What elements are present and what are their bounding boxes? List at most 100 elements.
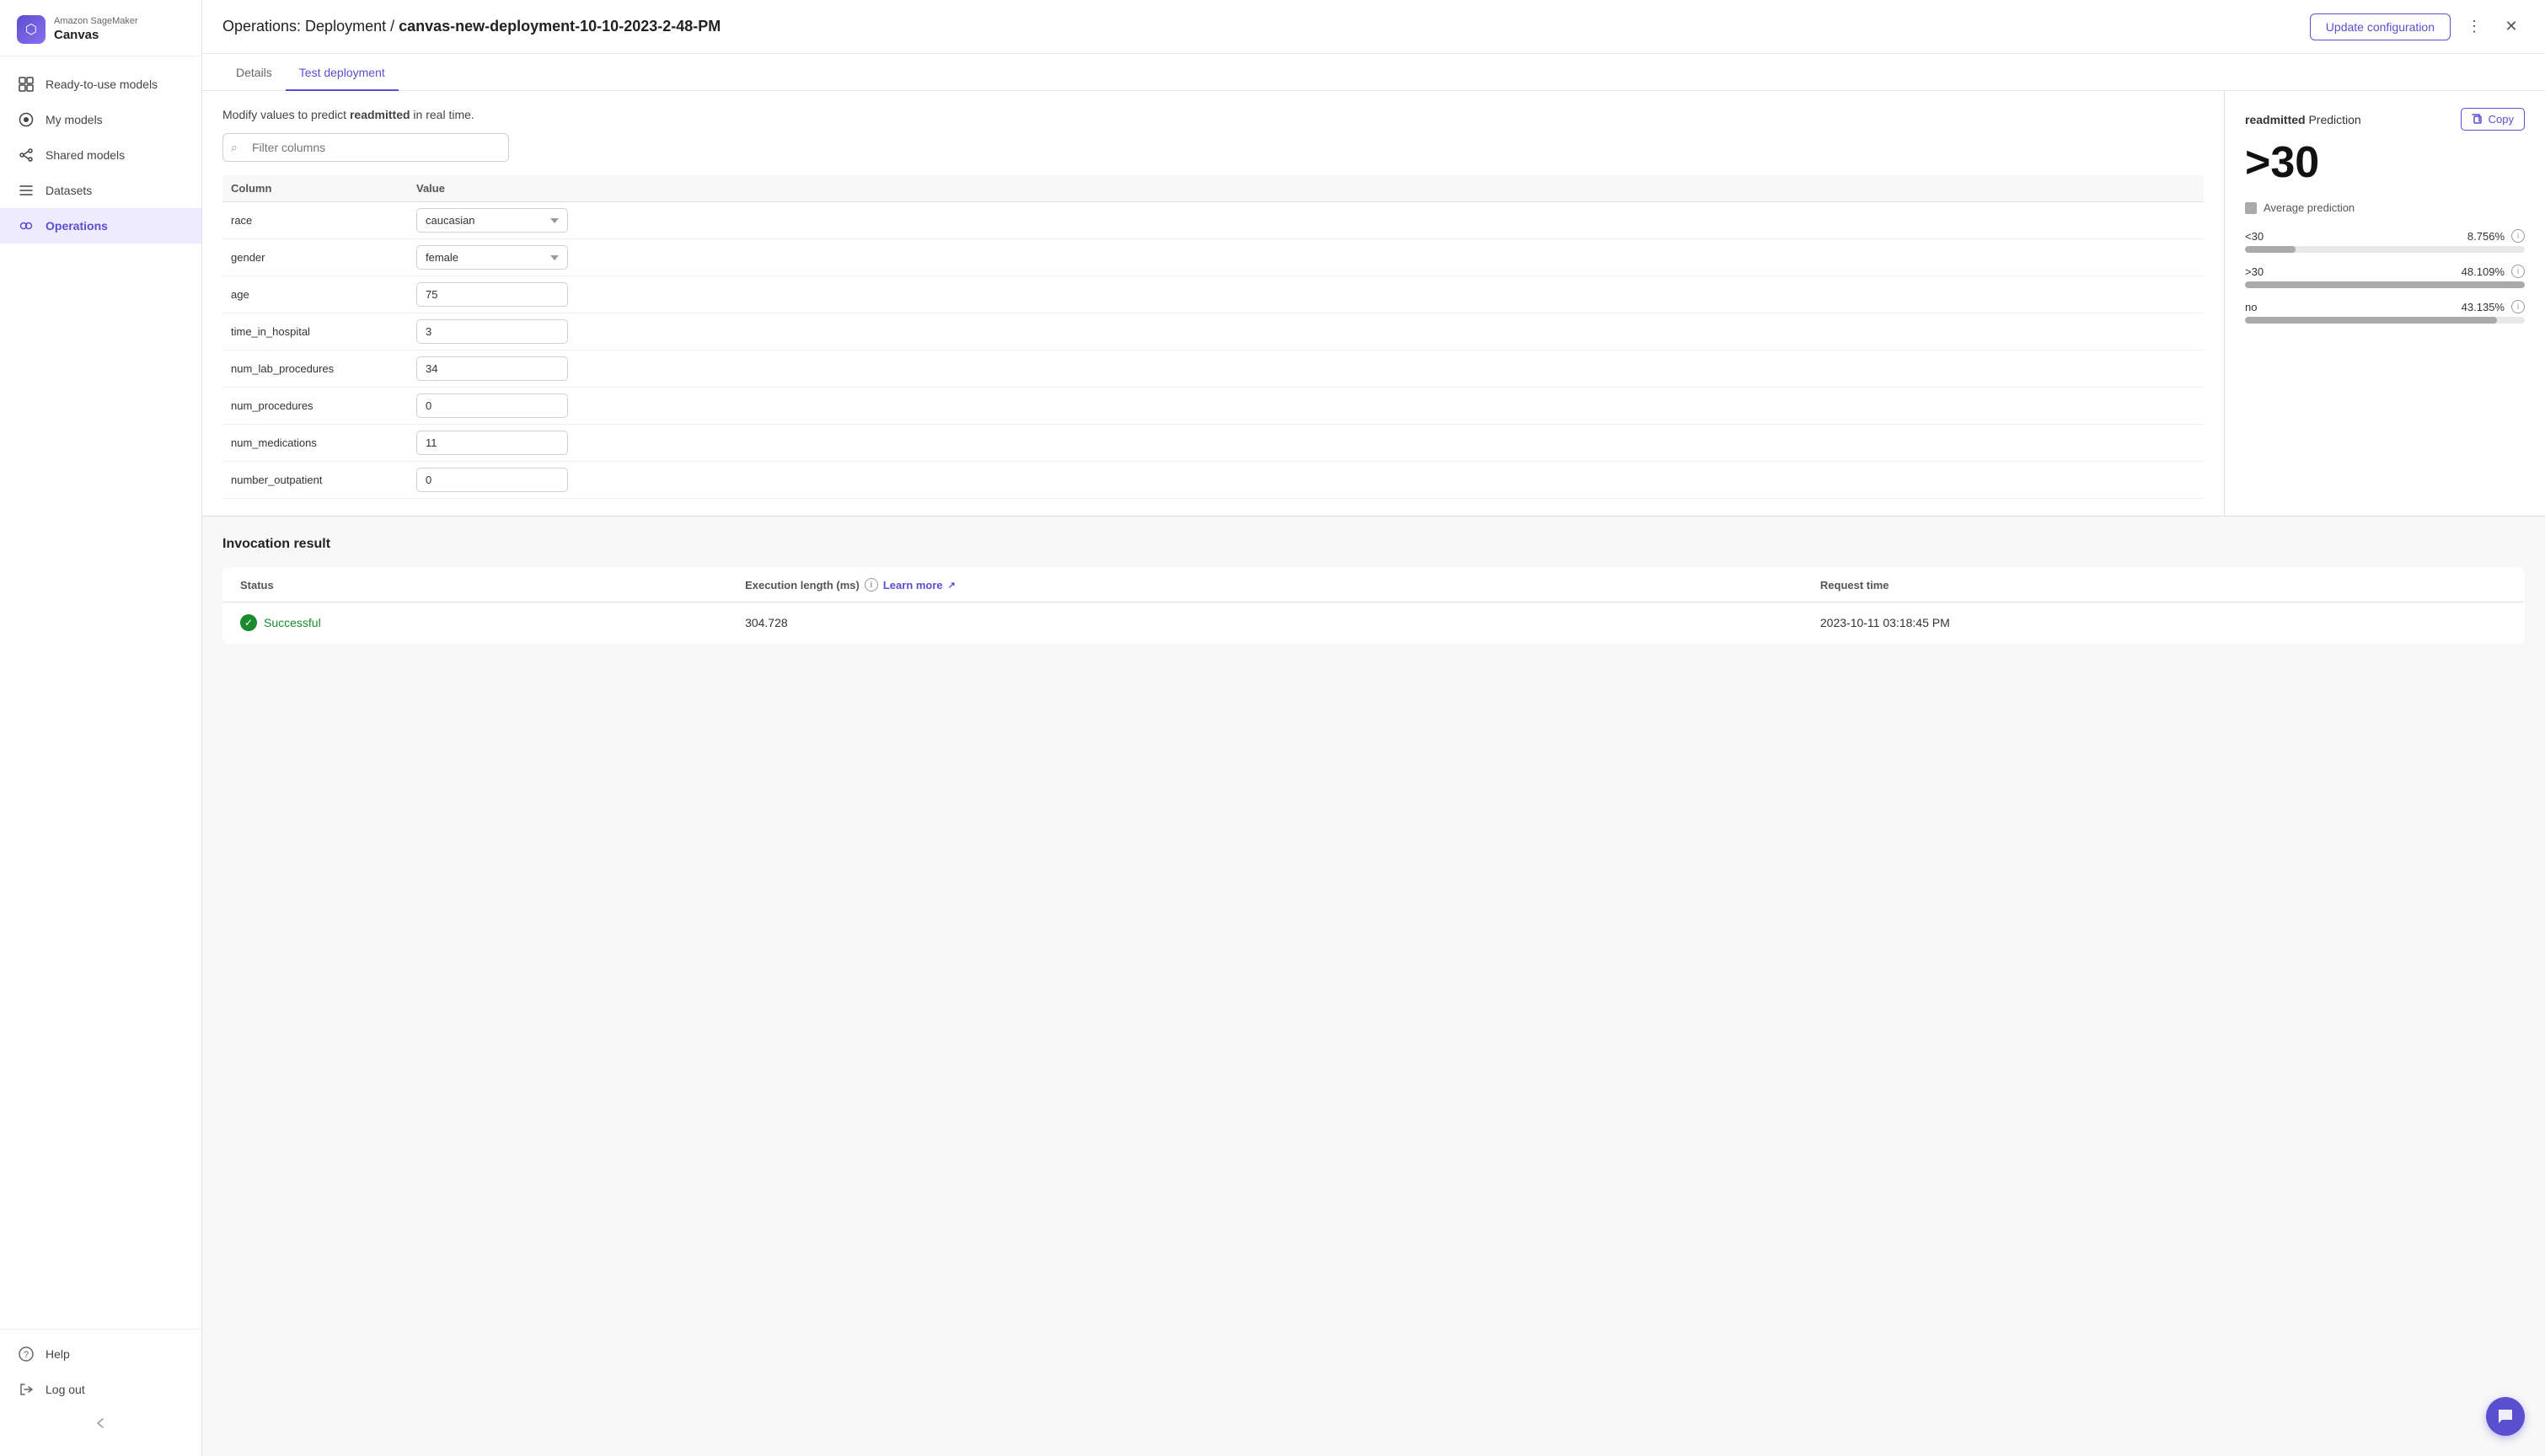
operations-icon xyxy=(17,217,35,235)
datasets-icon xyxy=(17,181,35,200)
bar-pct: 48.109% xyxy=(2462,265,2505,278)
input-number_outpatient[interactable] xyxy=(416,468,568,492)
col-header-column: Column xyxy=(222,175,408,202)
exec-info-icon[interactable]: i xyxy=(865,578,878,592)
col-value-time_in_hospital xyxy=(408,313,2204,351)
sidebar-item-ready-to-use[interactable]: Ready-to-use models xyxy=(0,67,201,102)
page-header: Operations: Deployment / canvas-new-depl… xyxy=(202,0,2545,54)
main-content: Operations: Deployment / canvas-new-depl… xyxy=(202,0,2545,1456)
table-row: gender femalemale xyxy=(222,239,2204,276)
sidebar-item-operations[interactable]: Operations xyxy=(0,208,201,244)
invocation-result: Invocation result Status Execution lengt… xyxy=(202,517,2545,664)
table-row: num_medications xyxy=(222,425,2204,462)
sidebar-item-my-models[interactable]: My models xyxy=(0,102,201,137)
sidebar: ⬡ Amazon SageMaker Canvas Ready-to-use m… xyxy=(0,0,202,1456)
svg-text:?: ? xyxy=(24,1350,29,1360)
shared-models-icon xyxy=(17,146,35,164)
close-button[interactable]: ✕ xyxy=(2498,13,2525,40)
bars-container: <30 8.756% i >30 48.109% i xyxy=(2245,229,2525,324)
sidebar-bottom: ? Help Log out xyxy=(0,1329,201,1456)
select-gender[interactable]: femalemale xyxy=(416,245,568,270)
sidebar-datasets-label: Datasets xyxy=(46,184,92,197)
tab-bar: Details Test deployment xyxy=(202,54,2545,91)
title-prefix: Operations: Deployment / xyxy=(222,18,399,35)
bar-track xyxy=(2245,246,2525,253)
prediction-value: >30 xyxy=(2245,137,2525,188)
sidebar-item-datasets[interactable]: Datasets xyxy=(0,173,201,208)
sidebar-operations-label: Operations xyxy=(46,219,108,233)
ready-to-use-icon xyxy=(17,75,35,94)
invocation-row: ✓ Successful 304.728 2023-10-11 03:18:45… xyxy=(223,602,2525,644)
col-value-age xyxy=(408,276,2204,313)
prediction-header: readmitted Prediction Copy xyxy=(2245,108,2525,131)
table-row: num_lab_procedures xyxy=(222,351,2204,388)
tab-test-deployment[interactable]: Test deployment xyxy=(286,54,399,91)
input-num_procedures[interactable] xyxy=(416,393,568,418)
col-value-num_procedures xyxy=(408,388,2204,425)
select-race[interactable]: caucasianAfricanAmericanHispanicAsianOth… xyxy=(416,208,568,233)
inv-col-status: Status xyxy=(223,568,729,602)
logo-icon: ⬡ xyxy=(17,15,46,44)
inv-col-exec: Execution length (ms) i Learn more ↗ xyxy=(728,568,1803,602)
columns-table: Column Value racecaucasianAfricanAmerica… xyxy=(222,175,2204,499)
copy-icon xyxy=(2472,114,2483,126)
bar-info-icon[interactable]: i xyxy=(2511,229,2525,243)
table-row: num_procedures xyxy=(222,388,2204,425)
col-value-num_medications xyxy=(408,425,2204,462)
bar-track xyxy=(2245,281,2525,288)
input-age[interactable] xyxy=(416,282,568,307)
inv-exec-length: 304.728 xyxy=(728,602,1803,644)
help-icon: ? xyxy=(17,1345,35,1363)
my-models-icon xyxy=(17,110,35,129)
sidebar-ready-to-use-label: Ready-to-use models xyxy=(46,78,158,91)
sidebar-collapse-btn[interactable] xyxy=(0,1407,201,1439)
col-name-num_lab_procedures: num_lab_procedures xyxy=(222,351,408,388)
learn-more-link[interactable]: Learn more xyxy=(883,579,943,592)
sidebar-item-shared-models[interactable]: Shared models xyxy=(0,137,201,173)
external-link-icon: ↗ xyxy=(948,580,956,591)
table-row: number_outpatient xyxy=(222,462,2204,499)
col-value-gender: femalemale xyxy=(408,239,2204,276)
bar-track xyxy=(2245,317,2525,324)
col-value-number_outpatient xyxy=(408,462,2204,499)
filter-columns-input[interactable] xyxy=(222,133,509,162)
prediction-area: Modify values to predict readmitted in r… xyxy=(202,91,2545,517)
input-panel: Modify values to predict readmitted in r… xyxy=(202,91,2225,516)
bar-fill xyxy=(2245,281,2525,288)
bar-info-icon[interactable]: i xyxy=(2511,265,2525,278)
bar-info-icon[interactable]: i xyxy=(2511,300,2525,313)
col-name-time_in_hospital: time_in_hospital xyxy=(222,313,408,351)
update-config-button[interactable]: Update configuration xyxy=(2310,13,2451,40)
sidebar-item-logout[interactable]: Log out xyxy=(0,1372,201,1407)
input-time_in_hospital[interactable] xyxy=(416,319,568,344)
chat-icon[interactable] xyxy=(2486,1397,2525,1436)
tab-details[interactable]: Details xyxy=(222,54,286,91)
inv-status: ✓ Successful xyxy=(223,602,729,644)
success-icon: ✓ xyxy=(240,614,257,631)
sidebar-shared-models-label: Shared models xyxy=(46,148,125,162)
sidebar-logo: ⬡ Amazon SageMaker Canvas xyxy=(0,0,201,56)
copy-button[interactable]: Copy xyxy=(2461,108,2525,131)
results-panel: readmitted Prediction Copy >30 Average p… xyxy=(2225,91,2545,516)
sidebar-my-models-label: My models xyxy=(46,113,103,126)
brand-name: Amazon SageMaker xyxy=(54,16,138,27)
header-actions: Update configuration ⋮ ✕ xyxy=(2310,13,2525,40)
col-name-gender: gender xyxy=(222,239,408,276)
bar-item->30: >30 48.109% i xyxy=(2245,265,2525,288)
input-num_lab_procedures[interactable] xyxy=(416,356,568,381)
invocation-table: Status Execution length (ms) i Learn mor… xyxy=(222,567,2525,644)
input-num_medications[interactable] xyxy=(416,431,568,455)
avg-prediction: Average prediction xyxy=(2245,201,2525,214)
col-name-num_medications: num_medications xyxy=(222,425,408,462)
bar-item-no: no 43.135% i xyxy=(2245,300,2525,324)
bar-fill xyxy=(2245,246,2296,253)
bar-item-<30: <30 8.756% i xyxy=(2245,229,2525,253)
logo-text: Amazon SageMaker Canvas xyxy=(54,16,138,42)
search-icon: ⌕ xyxy=(231,141,238,155)
bar-pct: 43.135% xyxy=(2462,301,2505,313)
col-header-value: Value xyxy=(408,175,2204,202)
inv-request-time: 2023-10-11 03:18:45 PM xyxy=(1803,602,2525,644)
more-options-button[interactable]: ⋮ xyxy=(2461,13,2488,40)
table-row: age xyxy=(222,276,2204,313)
sidebar-item-help[interactable]: ? Help xyxy=(0,1336,201,1372)
